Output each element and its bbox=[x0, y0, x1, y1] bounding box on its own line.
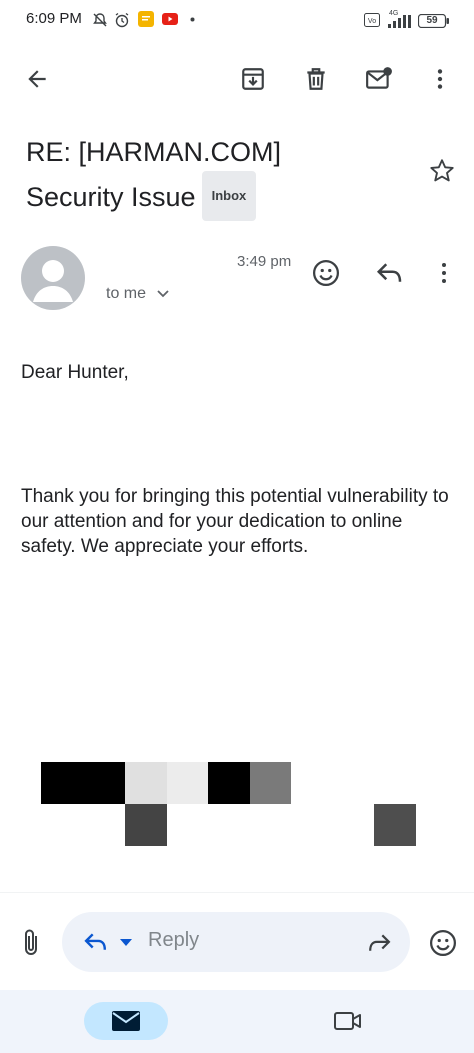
delete-icon[interactable] bbox=[299, 62, 333, 96]
divider bbox=[0, 892, 474, 893]
bottom-navigation bbox=[0, 990, 474, 1053]
dot-icon bbox=[190, 17, 195, 22]
emoji-react-icon[interactable] bbox=[311, 258, 341, 288]
email-greeting: Dear Hunter, bbox=[21, 362, 129, 383]
attach-icon[interactable] bbox=[20, 928, 42, 958]
email-time: 3:49 pm bbox=[237, 253, 292, 270]
forward-icon[interactable] bbox=[365, 932, 393, 954]
back-arrow-icon[interactable] bbox=[20, 62, 54, 96]
reply-arrow-icon[interactable] bbox=[82, 931, 110, 953]
reply-input[interactable] bbox=[62, 912, 410, 972]
more-vert-icon[interactable] bbox=[423, 62, 457, 96]
email-body: Thank you for bringing this potential vu… bbox=[21, 486, 449, 557]
mark-unread-icon[interactable] bbox=[362, 62, 396, 96]
battery-icon: 59 bbox=[418, 14, 449, 28]
volte-icon: Vo bbox=[364, 13, 380, 27]
reply-label: Reply bbox=[148, 929, 200, 951]
chevron-down-icon bbox=[156, 289, 170, 299]
svg-text:Vo: Vo bbox=[368, 18, 376, 25]
signal-icon bbox=[388, 15, 412, 28]
email-subject: RE: [HARMAN.COM] Security Issue Inbox bbox=[26, 130, 386, 224]
recipient-details[interactable]: to me bbox=[106, 285, 170, 303]
reply-icon[interactable] bbox=[375, 260, 405, 286]
muted-bell-icon bbox=[92, 12, 108, 28]
status-time: 6:09 PM bbox=[26, 10, 82, 27]
meet-video-icon[interactable] bbox=[333, 1009, 363, 1033]
recipient-label: to me bbox=[106, 285, 147, 302]
youtube-icon bbox=[162, 13, 178, 25]
battery-level: 59 bbox=[426, 15, 438, 26]
emoji-icon[interactable] bbox=[428, 928, 458, 958]
star-icon[interactable] bbox=[428, 157, 456, 185]
reply-options-chevron-icon[interactable] bbox=[119, 937, 133, 947]
archive-icon[interactable] bbox=[236, 62, 270, 96]
avatar[interactable] bbox=[21, 246, 85, 310]
notes-app-icon bbox=[138, 11, 154, 27]
inbox-label-chip[interactable]: Inbox bbox=[201, 171, 257, 221]
alarm-icon bbox=[114, 12, 130, 28]
message-more-vert-icon[interactable] bbox=[432, 260, 456, 286]
mail-icon[interactable] bbox=[111, 1010, 141, 1032]
